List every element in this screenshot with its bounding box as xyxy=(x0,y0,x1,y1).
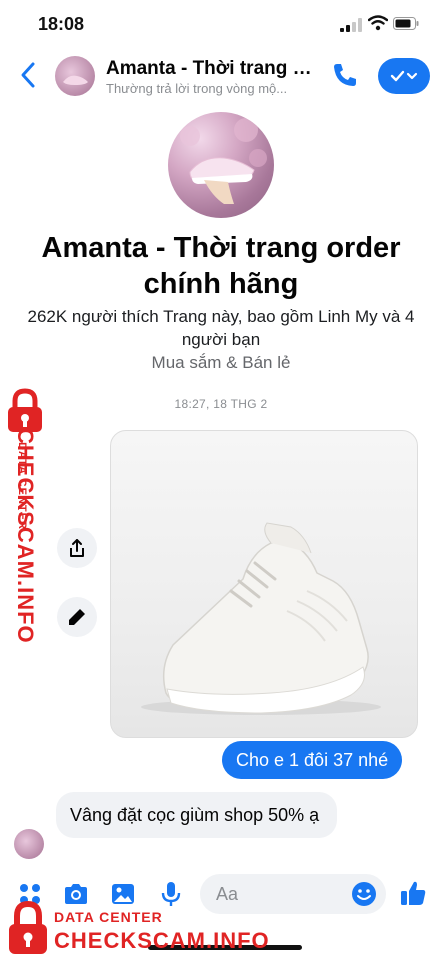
white-sneaker-image xyxy=(141,522,381,715)
chat-subtitle: Thường trả lời trong vòng mộ... xyxy=(106,81,288,96)
share-icon xyxy=(70,539,84,557)
page-name: Amanta - Thời trang order chính hãng xyxy=(41,232,401,300)
watermark-lock-icon xyxy=(9,900,47,954)
check-dropdown-icon xyxy=(390,70,418,82)
pencil-icon xyxy=(69,609,85,625)
chat-title[interactable]: Amanta - Thời trang o... xyxy=(106,58,316,80)
signal-icon xyxy=(340,18,362,32)
thumbs-up-icon[interactable] xyxy=(398,878,428,908)
header-avatar[interactable] xyxy=(55,56,95,96)
battery-icon xyxy=(393,17,419,30)
incoming-message-bubble[interactable]: Vâng đặt cọc giùm shop 50% ạ xyxy=(56,792,337,838)
profile-picture[interactable] xyxy=(168,112,274,218)
message-timestamp: 18:27, 18 THG 2 xyxy=(174,397,268,411)
page-category: Mua sắm & Bán lẻ xyxy=(151,353,291,372)
emoji-icon[interactable] xyxy=(350,880,378,908)
wifi-icon xyxy=(368,15,388,31)
share-button[interactable] xyxy=(57,528,97,568)
watermark-bottom-small: DATA CENTER xyxy=(54,909,163,925)
watermark-bottom-text: CHECKSCAM.INFO xyxy=(54,928,270,953)
outgoing-message-bubble[interactable]: Cho e 1 đôi 37 nhé xyxy=(222,741,403,779)
shoe-photo-message[interactable] xyxy=(110,430,418,738)
profile-shoe-image-icon xyxy=(180,118,267,204)
edit-button[interactable] xyxy=(57,597,97,637)
shoe-thumbnail-icon xyxy=(63,75,88,85)
page-likes-info: 262K người thích Trang này, bao gồm Linh… xyxy=(27,307,415,349)
camera-icon[interactable] xyxy=(62,880,90,908)
phone-call-icon[interactable] xyxy=(330,60,360,90)
watermark-side-text: CHECKSCAM.INFO xyxy=(13,428,38,644)
mark-done-button[interactable] xyxy=(378,58,430,94)
back-chevron-icon[interactable] xyxy=(18,60,38,90)
microphone-icon[interactable] xyxy=(157,880,185,908)
photo-gallery-icon[interactable] xyxy=(109,880,137,908)
status-time: 18:08 xyxy=(38,14,85,34)
sender-avatar xyxy=(14,829,44,859)
